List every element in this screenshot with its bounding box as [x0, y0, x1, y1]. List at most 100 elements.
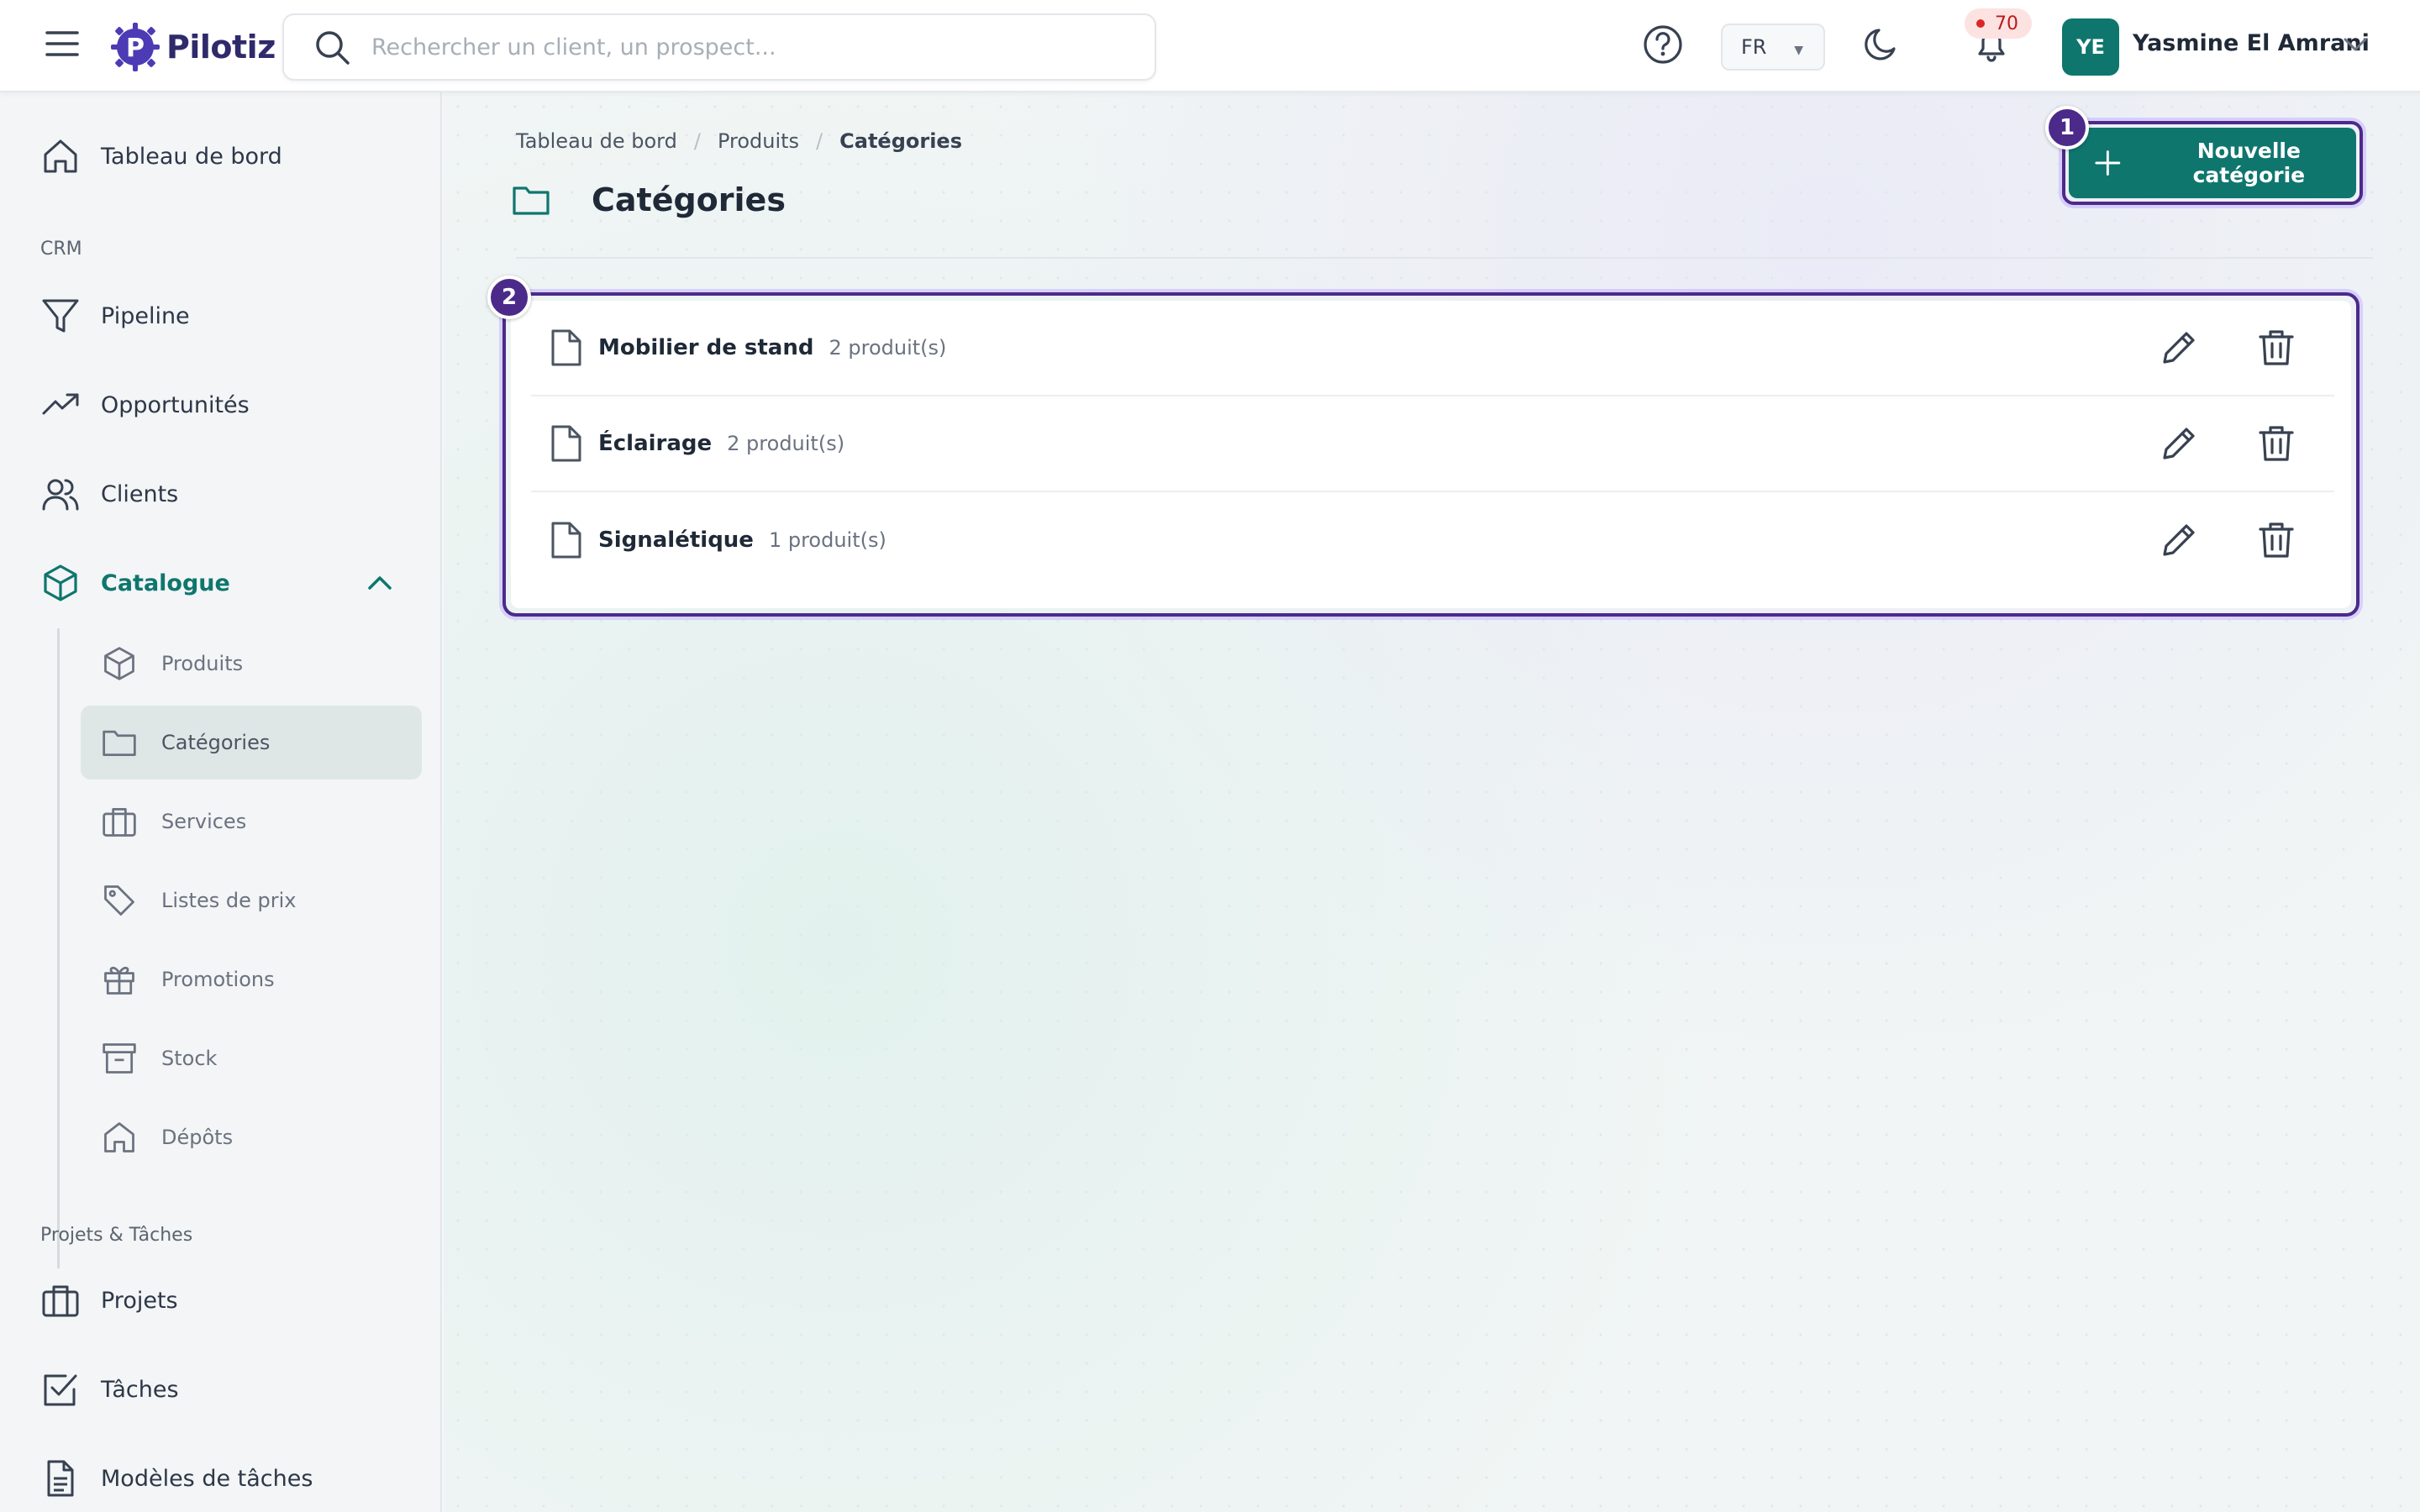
svg-text:P: P — [126, 34, 145, 63]
app-logo[interactable]: P Pilotiz — [109, 20, 276, 74]
search-icon — [316, 31, 350, 65]
file-icon — [551, 522, 581, 559]
breadcrumb-dashboard[interactable]: Tableau de bord — [516, 129, 677, 153]
sidebar-item-stock[interactable]: Stock — [81, 1021, 422, 1095]
caret-down-icon: ▼ — [1794, 44, 1803, 57]
help-icon[interactable] — [1642, 24, 1684, 66]
trash-icon[interactable] — [2255, 519, 2297, 561]
category-name-text: Éclairage — [598, 431, 713, 456]
notification-dot — [1976, 19, 1985, 28]
new-category-label: Nouvelle catégorie — [2192, 139, 2306, 187]
sidebar-item-services[interactable]: Services — [81, 785, 422, 858]
category-row[interactable]: Éclairage 2 produit(s) — [531, 396, 2334, 492]
chevron-down-icon[interactable] — [2341, 30, 2370, 59]
breadcrumb-separator: / — [816, 129, 823, 153]
category-name: Éclairage 2 produit(s) — [598, 431, 844, 456]
trash-icon[interactable] — [2255, 423, 2297, 465]
annotation-marker-2: 2 — [487, 276, 531, 319]
category-row[interactable]: Mobilier de stand 2 produit(s) — [531, 301, 2334, 396]
warehouse-icon — [104, 1122, 134, 1152]
plus-icon — [2095, 150, 2121, 176]
sidebar-item-label: Dépôts — [161, 1126, 234, 1149]
sidebar-item-task-templates[interactable]: Modèles de tâches — [0, 1445, 442, 1512]
search-bar[interactable] — [282, 13, 1156, 81]
submenu-rail — [57, 628, 60, 1268]
new-category-button[interactable]: Nouvelle catégorie — [2069, 128, 2356, 198]
file-icon — [551, 425, 581, 462]
briefcase-icon — [103, 807, 136, 837]
language-select[interactable]: FR ▼ — [1721, 24, 1825, 71]
logo-icon: P — [111, 23, 160, 71]
category-name: Mobilier de stand 2 produit(s) — [598, 335, 946, 360]
sidebar-item-label: Opportunités — [101, 391, 250, 418]
sidebar-section-projects: Projets & Tâches — [40, 1225, 193, 1246]
sidebar-item-depots[interactable]: Dépôts — [81, 1100, 422, 1174]
breadcrumb-separator: / — [693, 129, 701, 153]
folder-icon — [103, 730, 136, 757]
sidebar: Tableau de bord CRM Pipeline Opportunité… — [0, 92, 442, 1512]
cube-icon — [104, 647, 134, 680]
category-count: 2 produit(s) — [829, 336, 947, 360]
breadcrumb-products[interactable]: Produits — [718, 129, 799, 153]
breadcrumb: Tableau de bord / Produits / Catégories — [516, 129, 962, 153]
sidebar-item-products[interactable]: Produits — [81, 627, 422, 701]
sidebar-item-label: Services — [161, 810, 247, 833]
cube-icon — [44, 564, 77, 601]
sidebar-item-pipeline[interactable]: Pipeline — [0, 282, 442, 349]
sidebar-item-clients[interactable]: Clients — [0, 460, 442, 528]
sidebar-item-dashboard[interactable]: Tableau de bord — [0, 123, 442, 190]
language-value: FR — [1741, 35, 1767, 59]
new-category-highlight: Nouvelle catégorie — [2062, 121, 2363, 205]
sidebar-item-projects[interactable]: Projets — [0, 1267, 442, 1334]
category-name: Signalétique 1 produit(s) — [598, 528, 886, 553]
sidebar-item-label: Modèles de tâches — [101, 1465, 313, 1492]
main-content: Tableau de bord / Produits / Catégories … — [444, 92, 2420, 1512]
header-divider — [516, 257, 2373, 259]
sidebar-item-label: Catalogue — [101, 570, 230, 596]
category-count: 1 produit(s) — [768, 528, 886, 552]
notification-badge[interactable]: 70 — [1965, 8, 2032, 39]
sidebar-item-label: Projets — [101, 1287, 178, 1314]
sidebar-item-categories[interactable]: Catégories — [81, 706, 422, 780]
briefcase-icon — [42, 1285, 79, 1317]
categories-list: Mobilier de stand 2 produit(s) Éclairage 2… — [511, 301, 2351, 608]
edit-icon[interactable] — [2158, 423, 2200, 465]
dark-mode-toggle-icon[interactable] — [1862, 25, 1901, 64]
sidebar-item-label: Stock — [161, 1047, 218, 1070]
sidebar-item-label: Catégories — [161, 731, 271, 754]
tag-icon — [104, 885, 134, 916]
annotation-marker-1: 1 — [2045, 106, 2089, 150]
trash-icon[interactable] — [2255, 327, 2297, 369]
app-name: Pilotiz — [166, 29, 276, 66]
file-icon — [551, 329, 581, 366]
trending-up-icon — [42, 393, 79, 415]
sidebar-item-price-lists[interactable]: Listes de prix — [81, 864, 422, 937]
menu-icon[interactable] — [44, 25, 81, 62]
funnel-icon — [42, 299, 79, 333]
sidebar-item-label: Produits — [161, 652, 244, 675]
sidebar-item-tasks[interactable]: Tâches — [0, 1356, 442, 1423]
avatar[interactable]: YE — [2062, 18, 2119, 76]
archive-icon — [103, 1043, 136, 1074]
sidebar-item-promotions[interactable]: Promotions — [81, 942, 422, 1016]
category-row[interactable]: Signalétique 1 produit(s) — [531, 492, 2334, 588]
sidebar-item-label: Promotions — [161, 968, 275, 991]
user-name[interactable]: Yasmine El Amrani — [2133, 30, 2370, 56]
category-count: 2 produit(s) — [727, 432, 845, 455]
page-title: Catégories — [592, 181, 786, 218]
search-input[interactable] — [371, 34, 1111, 60]
sidebar-item-opportunities[interactable]: Opportunités — [0, 371, 442, 438]
folder-icon — [513, 186, 550, 215]
checkbox-icon — [44, 1374, 77, 1406]
sidebar-item-catalogue[interactable]: Catalogue — [0, 549, 442, 617]
edit-icon[interactable] — [2158, 327, 2200, 369]
sidebar-item-label: Pipeline — [101, 302, 190, 329]
gift-icon — [104, 967, 134, 995]
categories-list-highlight: Mobilier de stand 2 produit(s) Éclairage 2… — [502, 292, 2360, 617]
sidebar-item-label: Clients — [101, 480, 179, 507]
sidebar-item-label: Tâches — [101, 1376, 179, 1403]
edit-icon[interactable] — [2158, 519, 2200, 561]
breadcrumb-current: Catégories — [839, 129, 962, 153]
chevron-up-icon[interactable] — [363, 566, 397, 600]
home-icon — [44, 139, 77, 173]
